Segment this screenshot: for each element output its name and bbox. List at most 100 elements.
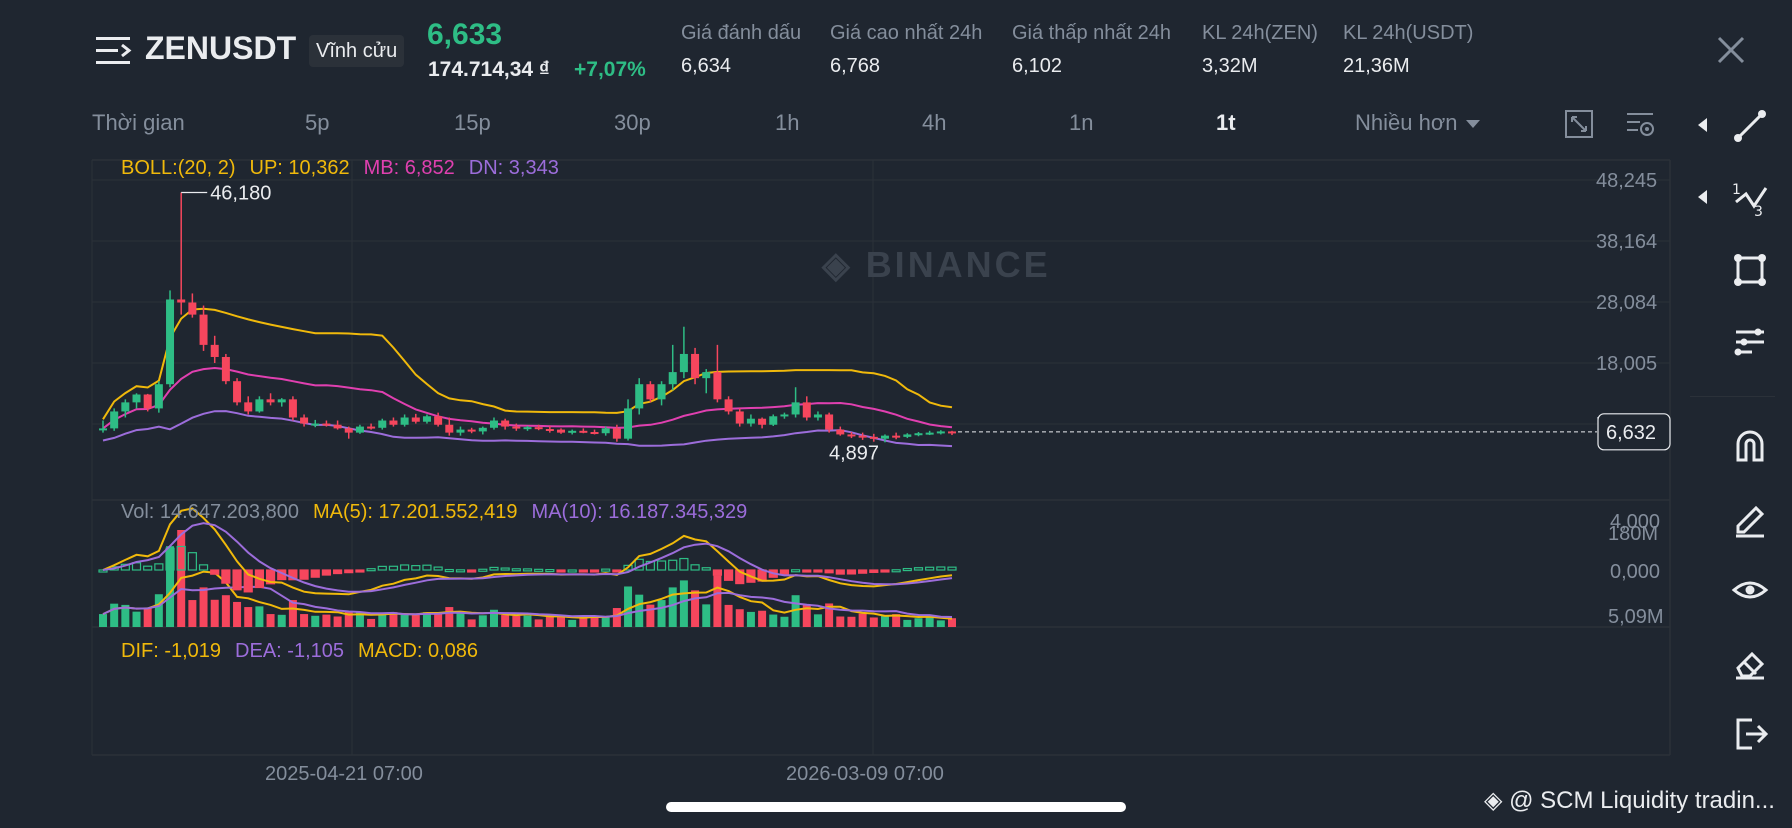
stat-low-24h: Giá thấp nhất 24h 6,102 xyxy=(1012,22,1171,78)
rectangle-icon[interactable] xyxy=(1730,250,1770,290)
candle-body xyxy=(691,353,700,379)
volume-bar xyxy=(903,619,912,627)
candle-body xyxy=(244,402,253,412)
candle-body xyxy=(713,372,722,400)
candle-body xyxy=(378,420,387,428)
tab-timeframe-1h[interactable]: 1h xyxy=(775,110,799,136)
symbol-title[interactable]: ZENUSDT xyxy=(145,30,296,67)
macd-histogram-bar xyxy=(791,569,801,573)
tab-timeframe-5p[interactable]: 5p xyxy=(305,110,329,136)
candle-body xyxy=(914,433,923,436)
volume-bar xyxy=(266,614,275,627)
tab-timeframe-30p[interactable]: 30p xyxy=(614,110,651,136)
candle-body xyxy=(657,384,666,400)
volume-bar xyxy=(880,615,889,627)
home-indicator[interactable] xyxy=(666,802,1126,812)
volume-legend-ma10: MA(10): 16.187.345,329 xyxy=(531,501,748,523)
fibonacci-icon[interactable]: 1 3 xyxy=(1730,178,1770,218)
volume-bar xyxy=(478,615,487,627)
macd-histogram-bar xyxy=(567,569,577,573)
volume-bar xyxy=(110,603,119,627)
macd-histogram-bar xyxy=(846,569,857,575)
volume-bar xyxy=(612,608,621,627)
volume-bar xyxy=(691,590,700,627)
volume-bar xyxy=(713,575,722,627)
volume-bar xyxy=(210,599,219,627)
candle-body xyxy=(389,420,398,425)
tab-timeframe-4h[interactable]: 4h xyxy=(922,110,946,136)
contract-type-badge: Vĩnh cửu xyxy=(309,35,405,67)
stat-value: 6,102 xyxy=(1012,55,1063,77)
macd-histogram-bar xyxy=(902,567,912,572)
volume-bar xyxy=(411,613,420,627)
macd-histogram-bar xyxy=(511,568,521,572)
tab-timeframe-1t[interactable]: 1t xyxy=(1216,110,1236,136)
candle-body xyxy=(813,414,822,418)
volume-bar xyxy=(221,595,230,627)
indicator-settings-icon[interactable] xyxy=(1624,108,1656,140)
candlestick-chart[interactable]: 48,24538,16428,08418,0057,925◈ BINANCE18… xyxy=(0,150,1690,790)
stat-label: Giá thấp nhất 24h xyxy=(1012,22,1172,44)
volume-bar xyxy=(568,619,577,627)
macd-histogram-bar xyxy=(701,567,711,571)
candle-body xyxy=(512,426,521,429)
candle-body xyxy=(758,418,767,425)
candle-body xyxy=(221,356,230,382)
exit-icon[interactable] xyxy=(1730,714,1770,754)
macd-histogram-bar xyxy=(444,568,454,573)
volume-bar xyxy=(333,616,342,627)
macd-histogram-bar xyxy=(522,568,533,572)
volume-bar xyxy=(445,607,454,627)
macd-histogram-bar xyxy=(723,569,734,581)
volume-bar xyxy=(154,594,163,627)
volume-bar xyxy=(456,612,465,627)
macd-histogram-bar xyxy=(656,560,667,571)
close-icon[interactable] xyxy=(1716,35,1746,65)
eraser-icon[interactable] xyxy=(1730,642,1770,682)
volume-bar xyxy=(769,614,778,627)
candle-body xyxy=(735,411,744,424)
price-vnd: 174.714,34 ₫ xyxy=(428,58,550,81)
candle-body xyxy=(434,416,443,425)
macd-histogram-bar xyxy=(400,564,410,571)
price-change-percent: +7,07% xyxy=(574,58,646,81)
more-timeframes-dropdown[interactable]: Nhiều hơn xyxy=(1355,110,1480,136)
parallel-lines-icon[interactable] xyxy=(1730,322,1770,362)
macd-histogram-bar xyxy=(310,569,320,578)
expand-arrow-icon[interactable] xyxy=(1698,190,1707,204)
high-marker-label: 46,180 xyxy=(210,182,271,204)
candle-body xyxy=(624,408,633,439)
volume-ma10-line xyxy=(102,585,953,618)
volume-bar xyxy=(434,612,443,627)
fullscreen-icon[interactable] xyxy=(1563,108,1595,140)
macd-histogram-bar xyxy=(925,566,935,571)
candle-body xyxy=(467,429,476,432)
trend-line-icon[interactable] xyxy=(1730,106,1770,146)
tab-timeframe-15p[interactable]: 15p xyxy=(454,110,491,136)
macd-legend: DIF: -1,019 DEA: -1,105 MACD: 0,086 xyxy=(121,640,492,663)
timeframe-label: Thời gian xyxy=(92,110,185,135)
candle-body xyxy=(568,430,577,433)
macd-histogram-bar xyxy=(545,569,555,573)
macd-histogram-bar xyxy=(500,567,510,571)
macd-histogram-bar xyxy=(556,569,566,573)
tab-timeframe-1n[interactable]: 1n xyxy=(1069,110,1093,136)
macd-histogram-bar xyxy=(813,569,823,573)
menu-icon[interactable] xyxy=(96,34,132,68)
expand-arrow-icon[interactable] xyxy=(1698,118,1707,132)
pencil-icon[interactable] xyxy=(1730,498,1770,538)
candle-body xyxy=(880,435,889,439)
eye-icon[interactable] xyxy=(1730,570,1770,610)
caret-down-icon xyxy=(1465,120,1480,129)
macd-legend-macd: MACD: 0,086 xyxy=(358,640,479,662)
candle-body xyxy=(936,431,945,434)
current-price-label: 6,632 xyxy=(1606,422,1656,444)
magnet-icon[interactable] xyxy=(1730,426,1770,466)
candle-body xyxy=(411,417,420,422)
macd-histogram-bar xyxy=(947,566,957,571)
candle-body xyxy=(534,427,543,430)
volume-bar xyxy=(914,618,923,627)
volume-bar xyxy=(702,604,711,627)
candle-body xyxy=(557,429,566,433)
candle-body xyxy=(400,417,409,425)
